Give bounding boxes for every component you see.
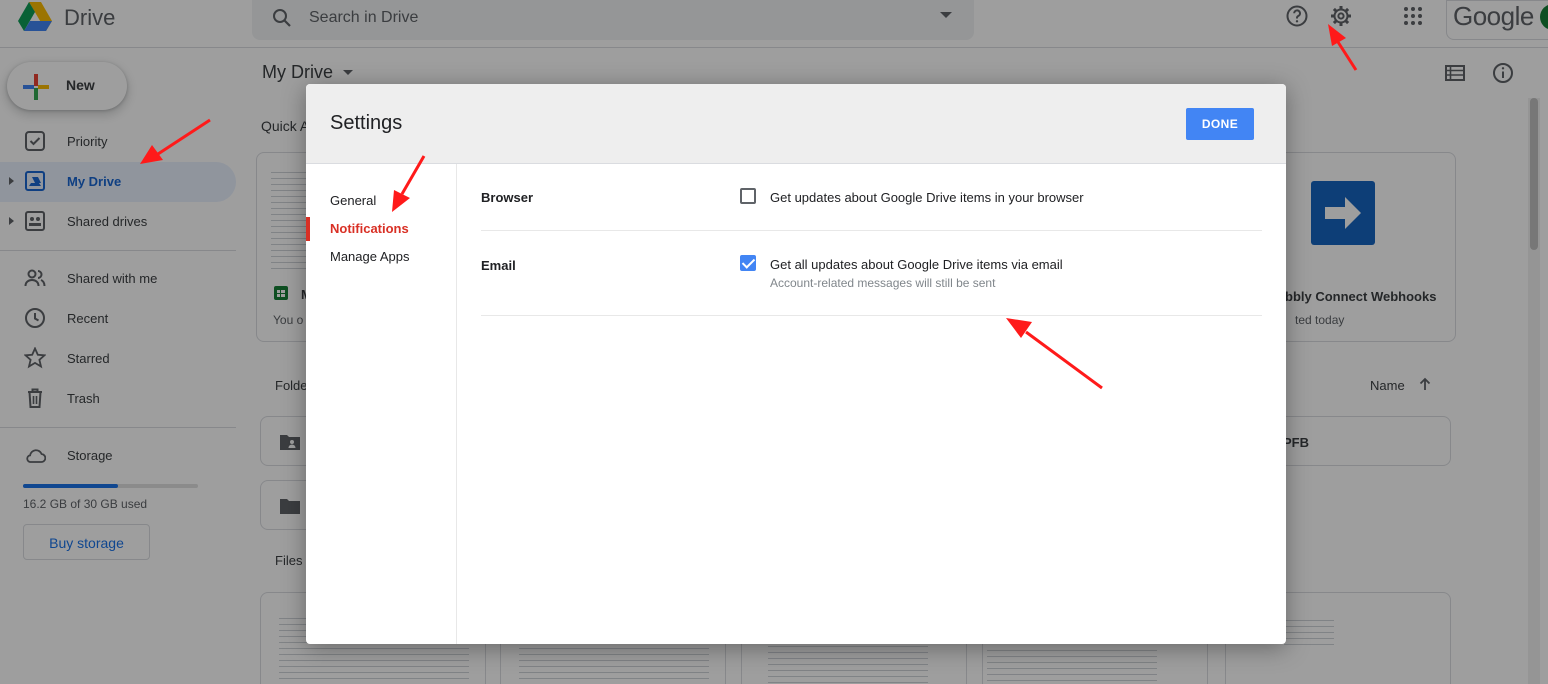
browser-label: Browser: [481, 190, 534, 205]
email-label: Email: [481, 258, 516, 273]
email-notifications-checkbox[interactable]: [740, 255, 756, 271]
settings-tab-label: General: [330, 193, 377, 208]
settings-tab-label: Manage Apps: [330, 249, 410, 264]
done-button[interactable]: DONE: [1186, 108, 1254, 140]
settings-tab-general[interactable]: General: [306, 189, 456, 213]
done-button-label: DONE: [1201, 117, 1239, 131]
settings-dialog-header: Settings DONE: [306, 84, 1286, 164]
settings-title: Settings: [330, 112, 403, 134]
settings-tab-manage-apps[interactable]: Manage Apps: [306, 245, 456, 269]
settings-tab-notifications[interactable]: Notifications: [306, 217, 456, 241]
browser-option-text: Get updates about Google Drive items in …: [770, 190, 1084, 205]
settings-tab-label: Notifications: [330, 221, 409, 236]
settings-nav: General Notifications Manage Apps: [306, 164, 457, 644]
email-option-subtext: Account-related messages will still be s…: [770, 276, 996, 290]
email-option-text: Get all updates about Google Drive items…: [770, 257, 1063, 272]
settings-dialog: Settings DONE General Notifications Mana…: [306, 84, 1286, 644]
browser-notifications-checkbox[interactable]: [740, 188, 756, 204]
row-divider: [481, 230, 1262, 231]
row-divider: [481, 315, 1262, 316]
